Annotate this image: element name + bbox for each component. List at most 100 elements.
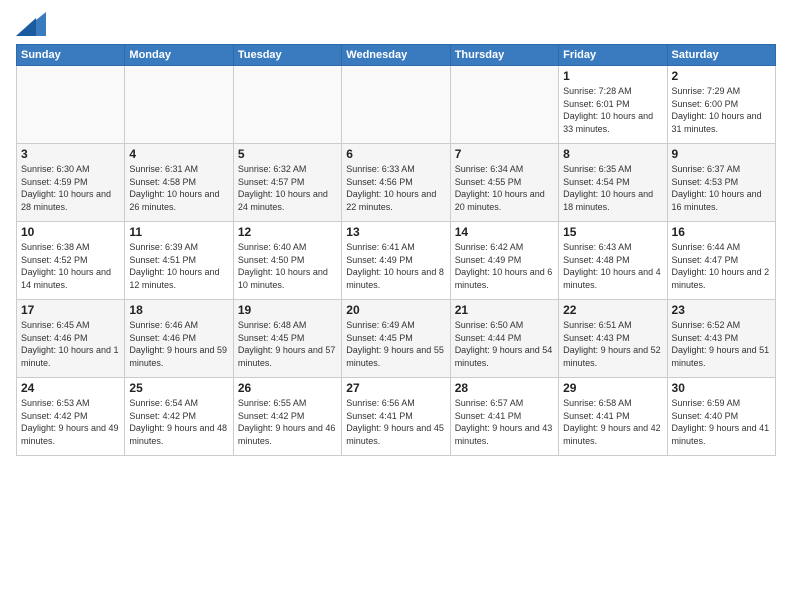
day-number: 3 [21, 147, 120, 161]
day-cell: 25 Sunrise: 6:54 AM Sunset: 4:42 PM Dayli… [125, 378, 233, 456]
logo [16, 12, 50, 36]
day-number: 2 [672, 69, 771, 83]
day-info: Sunrise: 6:54 AM Sunset: 4:42 PM Dayligh… [129, 397, 228, 447]
col-header-sunday: Sunday [17, 45, 125, 66]
day-number: 26 [238, 381, 337, 395]
day-cell: 3 Sunrise: 6:30 AM Sunset: 4:59 PM Daylig… [17, 144, 125, 222]
day-number: 20 [346, 303, 445, 317]
day-info: Sunrise: 6:38 AM Sunset: 4:52 PM Dayligh… [21, 241, 120, 291]
day-info: Sunrise: 6:57 AM Sunset: 4:41 PM Dayligh… [455, 397, 554, 447]
day-cell: 17Sunrise: 6:45 AM Sunset: 4:46 PM Dayli… [17, 300, 125, 378]
col-header-saturday: Saturday [667, 45, 775, 66]
day-cell: 21 Sunrise: 6:50 AM Sunset: 4:44 PM Dayli… [450, 300, 558, 378]
day-number: 8 [563, 147, 662, 161]
day-info: Sunrise: 6:53 AM Sunset: 4:42 PM Dayligh… [21, 397, 120, 447]
day-number: 25 [129, 381, 228, 395]
day-cell [125, 66, 233, 144]
day-cell: 20 Sunrise: 6:49 AM Sunset: 4:45 PM Dayli… [342, 300, 450, 378]
day-cell: 24 Sunrise: 6:53 AM Sunset: 4:42 PM Dayli… [17, 378, 125, 456]
day-cell: 6 Sunrise: 6:33 AM Sunset: 4:56 PM Daylig… [342, 144, 450, 222]
day-cell: 29 Sunrise: 6:58 AM Sunset: 4:41 PM Dayli… [559, 378, 667, 456]
day-info: Sunrise: 6:44 AM Sunset: 4:47 PM Dayligh… [672, 241, 771, 291]
day-info: Sunrise: 6:52 AM Sunset: 4:43 PM Dayligh… [672, 319, 771, 369]
day-cell: 15 Sunrise: 6:43 AM Sunset: 4:48 PM Dayli… [559, 222, 667, 300]
day-number: 16 [672, 225, 771, 239]
day-info: Sunrise: 7:28 AM Sunset: 6:01 PM Dayligh… [563, 85, 662, 135]
day-info: Sunrise: 6:37 AM Sunset: 4:53 PM Dayligh… [672, 163, 771, 213]
day-info: Sunrise: 6:33 AM Sunset: 4:56 PM Dayligh… [346, 163, 445, 213]
day-number: 5 [238, 147, 337, 161]
day-info: Sunrise: 6:48 AM Sunset: 4:45 PM Dayligh… [238, 319, 337, 369]
calendar-table: SundayMondayTuesdayWednesdayThursdayFrid… [16, 44, 776, 456]
day-cell: 22 Sunrise: 6:51 AM Sunset: 4:43 PM Dayli… [559, 300, 667, 378]
header [16, 12, 776, 36]
day-number: 12 [238, 225, 337, 239]
day-number: 21 [455, 303, 554, 317]
day-cell [233, 66, 341, 144]
day-cell [17, 66, 125, 144]
day-number: 18 [129, 303, 228, 317]
day-cell: 28 Sunrise: 6:57 AM Sunset: 4:41 PM Dayli… [450, 378, 558, 456]
day-info: Sunrise: 6:59 AM Sunset: 4:40 PM Dayligh… [672, 397, 771, 447]
day-number: 28 [455, 381, 554, 395]
day-info: Sunrise: 6:56 AM Sunset: 4:41 PM Dayligh… [346, 397, 445, 447]
day-number: 10 [21, 225, 120, 239]
day-cell: 23 Sunrise: 6:52 AM Sunset: 4:43 PM Dayli… [667, 300, 775, 378]
day-info: Sunrise: 6:40 AM Sunset: 4:50 PM Dayligh… [238, 241, 337, 291]
page-container: SundayMondayTuesdayWednesdayThursdayFrid… [0, 0, 792, 464]
logo-icon [16, 12, 46, 36]
day-info: Sunrise: 6:50 AM Sunset: 4:44 PM Dayligh… [455, 319, 554, 369]
week-row-5: 24 Sunrise: 6:53 AM Sunset: 4:42 PM Dayli… [17, 378, 776, 456]
day-cell: 13 Sunrise: 6:41 AM Sunset: 4:49 PM Dayli… [342, 222, 450, 300]
day-cell: 16 Sunrise: 6:44 AM Sunset: 4:47 PM Dayli… [667, 222, 775, 300]
day-number: 1 [563, 69, 662, 83]
day-cell: 19 Sunrise: 6:48 AM Sunset: 4:45 PM Dayli… [233, 300, 341, 378]
day-cell: 7Sunrise: 6:34 AM Sunset: 4:55 PM Daylig… [450, 144, 558, 222]
day-cell: 11Sunrise: 6:39 AM Sunset: 4:51 PM Dayli… [125, 222, 233, 300]
day-info: Sunrise: 6:55 AM Sunset: 4:42 PM Dayligh… [238, 397, 337, 447]
day-number: 23 [672, 303, 771, 317]
day-info: Sunrise: 6:35 AM Sunset: 4:54 PM Dayligh… [563, 163, 662, 213]
day-info: Sunrise: 6:32 AM Sunset: 4:57 PM Dayligh… [238, 163, 337, 213]
col-header-monday: Monday [125, 45, 233, 66]
day-cell: 1 Sunrise: 7:28 AM Sunset: 6:01 PM Daylig… [559, 66, 667, 144]
day-info: Sunrise: 6:41 AM Sunset: 4:49 PM Dayligh… [346, 241, 445, 291]
day-number: 6 [346, 147, 445, 161]
col-header-thursday: Thursday [450, 45, 558, 66]
day-info: Sunrise: 6:49 AM Sunset: 4:45 PM Dayligh… [346, 319, 445, 369]
day-cell: 30 Sunrise: 6:59 AM Sunset: 4:40 PM Dayli… [667, 378, 775, 456]
week-row-1: 1 Sunrise: 7:28 AM Sunset: 6:01 PM Daylig… [17, 66, 776, 144]
week-row-4: 17Sunrise: 6:45 AM Sunset: 4:46 PM Dayli… [17, 300, 776, 378]
col-header-friday: Friday [559, 45, 667, 66]
day-number: 19 [238, 303, 337, 317]
day-cell: 2 Sunrise: 7:29 AM Sunset: 6:00 PM Daylig… [667, 66, 775, 144]
day-number: 13 [346, 225, 445, 239]
day-info: Sunrise: 7:29 AM Sunset: 6:00 PM Dayligh… [672, 85, 771, 135]
calendar-header-row: SundayMondayTuesdayWednesdayThursdayFrid… [17, 45, 776, 66]
day-number: 30 [672, 381, 771, 395]
day-number: 22 [563, 303, 662, 317]
day-cell: 5 Sunrise: 6:32 AM Sunset: 4:57 PM Daylig… [233, 144, 341, 222]
day-cell [342, 66, 450, 144]
day-cell: 9 Sunrise: 6:37 AM Sunset: 4:53 PM Daylig… [667, 144, 775, 222]
week-row-2: 3 Sunrise: 6:30 AM Sunset: 4:59 PM Daylig… [17, 144, 776, 222]
day-info: Sunrise: 6:46 AM Sunset: 4:46 PM Dayligh… [129, 319, 228, 369]
day-number: 24 [21, 381, 120, 395]
day-info: Sunrise: 6:58 AM Sunset: 4:41 PM Dayligh… [563, 397, 662, 447]
day-cell: 8 Sunrise: 6:35 AM Sunset: 4:54 PM Daylig… [559, 144, 667, 222]
day-cell: 14Sunrise: 6:42 AM Sunset: 4:49 PM Dayli… [450, 222, 558, 300]
week-row-3: 10 Sunrise: 6:38 AM Sunset: 4:52 PM Dayli… [17, 222, 776, 300]
day-info: Sunrise: 6:30 AM Sunset: 4:59 PM Dayligh… [21, 163, 120, 213]
day-info: Sunrise: 6:34 AM Sunset: 4:55 PM Dayligh… [455, 163, 554, 213]
day-number: 15 [563, 225, 662, 239]
day-cell: 26 Sunrise: 6:55 AM Sunset: 4:42 PM Dayli… [233, 378, 341, 456]
day-info: Sunrise: 6:43 AM Sunset: 4:48 PM Dayligh… [563, 241, 662, 291]
day-number: 9 [672, 147, 771, 161]
day-info: Sunrise: 6:39 AM Sunset: 4:51 PM Dayligh… [129, 241, 228, 291]
day-info: Sunrise: 6:42 AM Sunset: 4:49 PM Dayligh… [455, 241, 554, 291]
day-number: 29 [563, 381, 662, 395]
day-info: Sunrise: 6:51 AM Sunset: 4:43 PM Dayligh… [563, 319, 662, 369]
col-header-wednesday: Wednesday [342, 45, 450, 66]
day-number: 17 [21, 303, 120, 317]
day-cell: 27Sunrise: 6:56 AM Sunset: 4:41 PM Dayli… [342, 378, 450, 456]
